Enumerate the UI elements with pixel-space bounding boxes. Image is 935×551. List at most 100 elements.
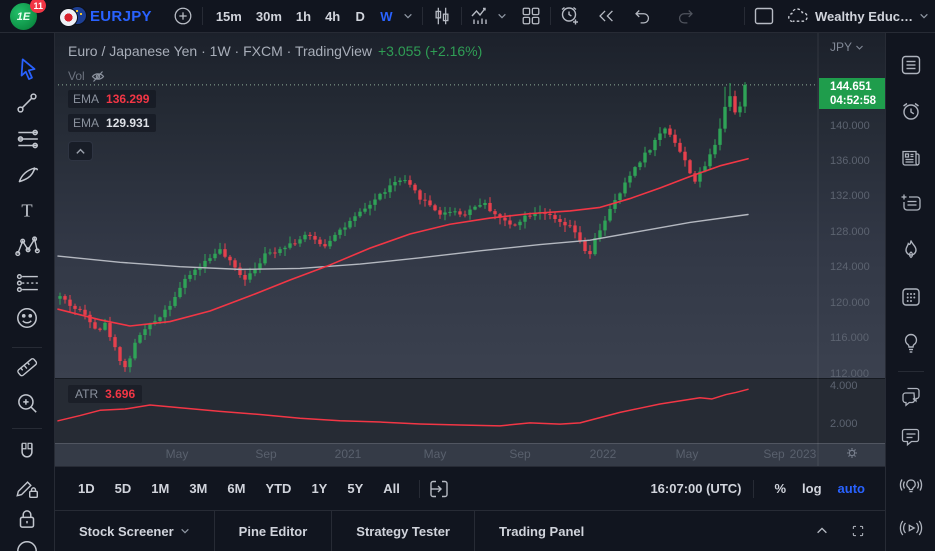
range-ytd[interactable]: YTD [258,477,298,500]
price-axis[interactable]: JPY 144.651 04:52:58 140.000 136.000 132… [818,33,885,466]
symbol-flag-icon [60,5,86,27]
price-tick: 140.000 [830,119,870,133]
indicators-menu-chevron-icon[interactable] [494,3,510,29]
toolbar-separator [202,7,203,25]
trend-line-tool-icon[interactable] [13,89,41,117]
timeframe-1d[interactable]: D [347,3,373,29]
price-change: +3.055 (+2.16%) [378,43,482,59]
timeframe-15m[interactable]: 15m [209,3,249,29]
chart-legend: Euro / Japanese Yen · 1W · FXCM · Tradin… [68,43,482,161]
range-6m[interactable]: 6M [220,477,252,500]
log-scale-button[interactable]: log [794,477,830,500]
tab-stock-screener[interactable]: Stock Screener [55,511,214,551]
timeframe-30m[interactable]: 30m [249,3,289,29]
range-1m[interactable]: 1M [144,477,176,500]
price-tick: 124.000 [830,260,870,274]
stay-in-drawing-mode-icon[interactable] [13,473,41,501]
volume-indicator-row[interactable]: Vol [68,68,482,84]
hide-drawings-eye-icon[interactable] [13,537,41,551]
public-chats-icon[interactable] [898,383,924,409]
axis-settings-gear-icon[interactable] [844,445,860,461]
compare-add-symbol-button[interactable] [170,3,196,29]
ema-indicator-row[interactable]: EMA 129.931 [68,114,156,132]
bar-countdown: 04:52:58 [830,94,885,108]
brush-tool-icon[interactable] [13,160,41,188]
fib-retracement-tool-icon[interactable] [13,125,41,153]
atr-indicator-row[interactable]: ATR 3.696 [68,385,142,403]
currency-selector[interactable]: JPY [830,40,864,54]
create-alert-icon[interactable] [557,3,583,29]
notification-badge: 11 [30,0,46,13]
streams-ideas-icon[interactable] [898,472,924,498]
alerts-clock-icon[interactable] [898,98,924,124]
drawing-toolbar: T [0,33,55,551]
news-icon[interactable] [898,145,924,171]
private-chat-icon[interactable] [898,424,924,450]
timeframe-menu-chevron-icon[interactable] [400,3,416,29]
toolbar-separator [419,480,420,498]
cloud-account-menu[interactable]: Wealthy Educ… [785,4,929,28]
session-clock[interactable]: 16:07:00 (UTC) [650,481,741,496]
collapse-legend-button[interactable] [68,141,93,161]
atr-value: 3.696 [105,387,135,401]
range-1d[interactable]: 1D [71,477,102,500]
ideas-lightbulb-icon[interactable] [898,330,924,356]
toolbar-divider [12,347,42,348]
cloud-save-icon [785,4,809,28]
eye-hidden-icon[interactable] [90,68,106,84]
xabcd-pattern-tool-icon[interactable] [13,232,41,260]
tab-trading-panel[interactable]: Trading Panel [475,511,608,551]
time-tick: Sep [244,447,288,461]
app-logo[interactable]: 1E 11 [10,1,44,31]
price-tick: 132.000 [830,189,870,203]
range-1y[interactable]: 1Y [304,477,334,500]
live-streams-icon[interactable] [898,515,924,541]
tab-pine-editor[interactable]: Pine Editor [215,511,332,551]
chart-style-candles-icon[interactable] [429,3,455,29]
watchlist-icon[interactable] [898,52,924,78]
currency-label: JPY [830,40,852,54]
redo-icon[interactable] [673,3,699,29]
layout-grid-icon[interactable] [518,3,544,29]
timeframe-1w-active[interactable]: W [373,3,399,29]
text-notes-icon[interactable] [898,190,924,216]
jpy-flag-icon [60,9,77,26]
range-all[interactable]: All [376,477,407,500]
zoom-in-tool-icon[interactable] [13,389,41,417]
lock-drawings-icon[interactable] [13,505,41,533]
time-tick: 2023 [781,447,825,461]
ema-fast-value: 136.299 [106,92,149,106]
time-tick: May [155,447,199,461]
save-layout-frame-icon[interactable] [751,3,777,29]
range-3m[interactable]: 3M [182,477,214,500]
range-5d[interactable]: 5D [108,477,139,500]
timeframe-4h[interactable]: 4h [318,3,347,29]
indicators-button[interactable] [468,3,494,29]
percent-scale-button[interactable]: % [766,477,794,500]
time-tick: 2021 [326,447,370,461]
go-to-date-icon[interactable] [426,476,452,502]
tab-label: Trading Panel [499,524,584,539]
symbol-search-button[interactable]: EURJPY [90,8,152,25]
chart-title-row[interactable]: Euro / Japanese Yen · 1W · FXCM · Tradin… [68,43,482,59]
cursor-tool-icon[interactable] [13,54,41,82]
ema-indicator-row[interactable]: EMA 136.299 [68,90,156,108]
auto-scale-button[interactable]: auto [830,477,873,500]
measure-ruler-icon[interactable] [13,353,41,381]
text-tool-icon[interactable]: T [13,196,41,224]
economic-calendar-icon[interactable] [898,284,924,310]
expand-panel-chevron-icon[interactable] [809,518,835,544]
range-5y[interactable]: 5Y [340,477,370,500]
undo-icon[interactable] [629,3,655,29]
ema-slow-value: 129.931 [106,116,149,130]
tab-strategy-tester[interactable]: Strategy Tester [332,511,474,551]
forecast-tool-icon[interactable] [13,268,41,296]
magnet-mode-icon[interactable] [13,438,41,466]
emoji-tool-icon[interactable] [13,304,41,332]
bar-replay-icon[interactable] [593,3,619,29]
main-chart[interactable]: Euro / Japanese Yen · 1W · FXCM · Tradin… [55,33,885,466]
maximize-panel-icon[interactable] [845,518,871,544]
svg-text:T: T [21,201,32,221]
timeframe-1h[interactable]: 1h [289,3,318,29]
hotlists-flame-icon[interactable] [898,236,924,262]
